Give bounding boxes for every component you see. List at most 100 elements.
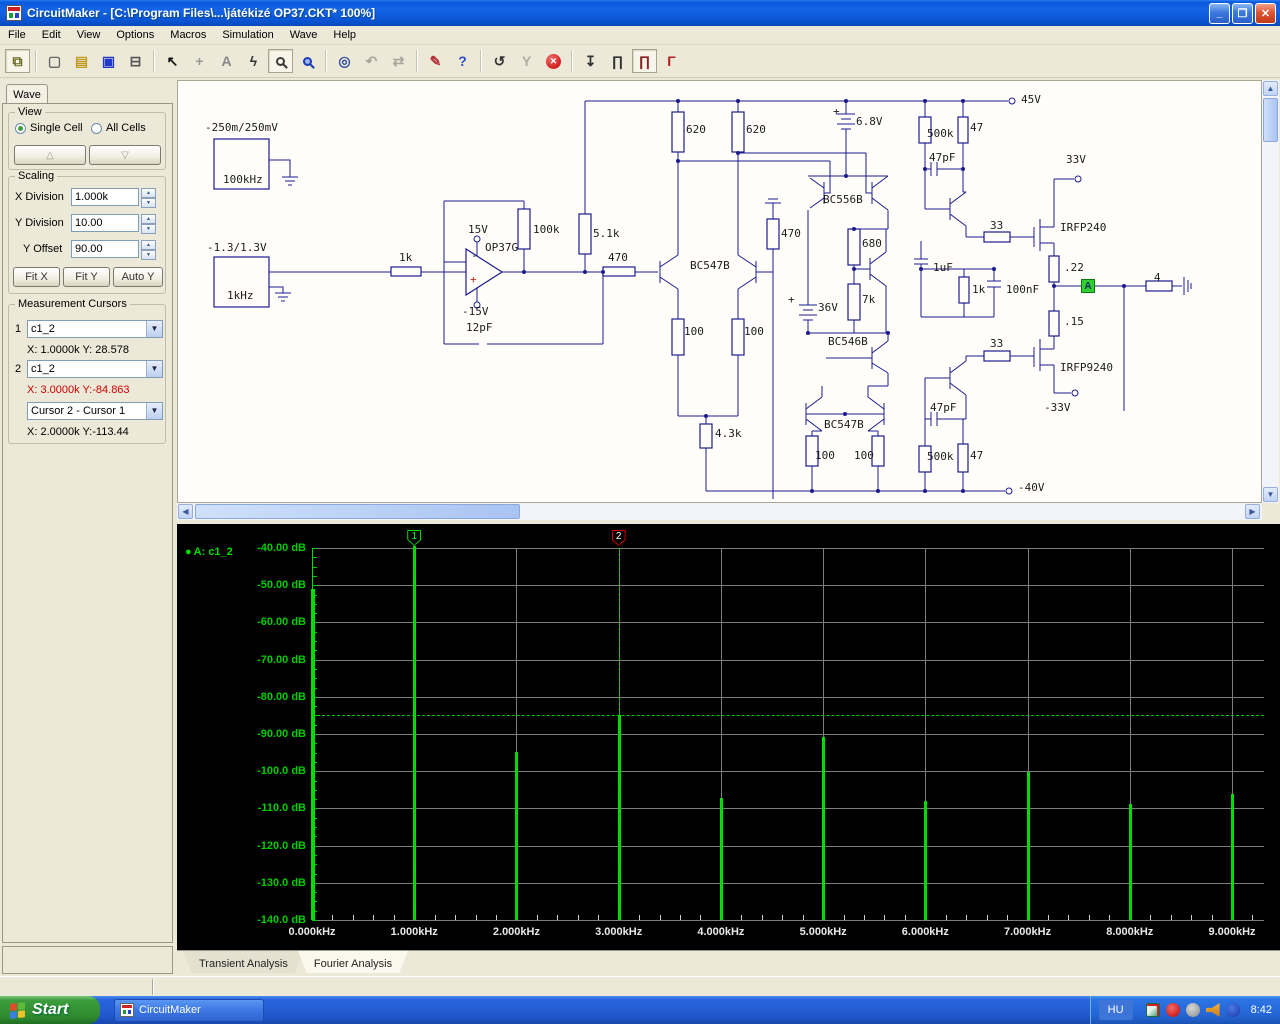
text-tool-button[interactable]: A <box>214 49 239 73</box>
bluetooth-icon[interactable] <box>1225 1003 1240 1017</box>
scroll-up-icon[interactable]: ▲ <box>1263 81 1278 96</box>
y-axis-tick-label: -60.00 dB <box>257 616 306 629</box>
tab-wave[interactable]: Wave <box>6 84 48 104</box>
single-cell-radio[interactable] <box>15 123 26 134</box>
mute-icon[interactable] <box>1185 1003 1200 1017</box>
find-part-button[interactable]: ◎ <box>332 49 357 73</box>
x-axis-minor-tick <box>680 915 681 920</box>
save-button[interactable]: ▣ <box>96 49 121 73</box>
close-button[interactable]: ✕ <box>1255 2 1276 24</box>
cursor2-channel-select[interactable]: c1_2 ▼ <box>27 360 163 378</box>
rotate-button[interactable]: ↶ <box>359 49 384 73</box>
transient-analysis-button[interactable]: ∏ <box>605 49 630 73</box>
vertical-scroll-thumb[interactable] <box>1263 98 1278 142</box>
horizontal-scroll-thumb[interactable] <box>195 504 520 519</box>
component-label: 4 <box>1154 271 1161 284</box>
parts-browser-button[interactable]: ⧉ <box>5 49 30 73</box>
y-axis-tick-label: -80.00 dB <box>257 690 306 703</box>
x-division-spinner[interactable]: ▲ ▼ <box>141 188 156 208</box>
all-cells-radio[interactable] <box>91 123 102 134</box>
fourier-plot[interactable]: ● A: c1_2 -40.00 dB -50.00 dB -60.00 dB -70.… <box>177 524 1280 950</box>
analysis-tabstrip: Transient Analysis Fourier Analysis <box>177 950 1280 976</box>
chevron-down-icon[interactable]: ▼ <box>146 361 162 377</box>
component-label: + <box>833 105 840 118</box>
scroll-down-icon[interactable]: ▼ <box>1263 487 1278 502</box>
help-button[interactable]: ? <box>450 49 475 73</box>
fourier-analysis-button[interactable]: ∏ <box>632 49 657 73</box>
fit-x-button[interactable]: Fit X <box>13 267 60 287</box>
x-axis-minor-tick <box>945 915 947 920</box>
print-button[interactable]: ⊟ <box>123 49 148 73</box>
cursor-flag[interactable]: 1 <box>407 530 422 546</box>
y-division-input[interactable] <box>71 214 139 232</box>
component-label: 620 <box>746 123 766 136</box>
cursor-flag[interactable]: 2 <box>611 530 626 546</box>
menu-item-view[interactable]: View <box>69 27 109 43</box>
y-offset-spinner[interactable]: ▲ ▼ <box>141 240 156 260</box>
menu-item-edit[interactable]: Edit <box>34 27 69 43</box>
edit-simulation-button[interactable]: ✎ <box>423 49 448 73</box>
mirror-button[interactable]: ⇄ <box>386 49 411 73</box>
chevron-down-icon[interactable]: ▼ <box>146 321 162 337</box>
tab-transient-analysis[interactable]: Transient Analysis <box>183 951 304 973</box>
component-label: 1k <box>399 251 413 264</box>
wrench-button[interactable]: Y <box>514 49 539 73</box>
minimize-button[interactable]: _ <box>1209 2 1230 24</box>
schematic-canvas[interactable]: -250m/250mV 100kHz -1.3/1.3V 1kHz 1k 15V OP37G… <box>177 80 1262 503</box>
y-offset-input[interactable] <box>71 240 139 258</box>
menu-item-simulation[interactable]: Simulation <box>214 27 281 43</box>
stop-simulation-button[interactable]: ✕ <box>541 49 566 73</box>
scroll-left-icon[interactable]: ◀ <box>178 504 193 519</box>
security-alert-icon[interactable] <box>1165 1003 1180 1017</box>
reset-button[interactable]: ↺ <box>487 49 512 73</box>
step-analysis-button[interactable]: Γ <box>659 49 684 73</box>
app-icon <box>6 5 22 21</box>
stop-icon: ✕ <box>546 53 561 69</box>
restore-button[interactable]: ❐ <box>1232 2 1253 24</box>
start-button[interactable]: Start <box>0 996 100 1024</box>
zoom-tool-button[interactable] <box>295 49 320 73</box>
x-axis-tick-label: 7.000kHz <box>1004 926 1052 938</box>
component-label: 470 <box>781 227 801 240</box>
chevron-down-icon[interactable]: ▼ <box>146 403 162 419</box>
x-axis-minor-tick <box>639 915 641 920</box>
scroll-right-icon[interactable]: ▶ <box>1245 504 1260 519</box>
cursor-flag-label: 2 <box>612 531 625 545</box>
tab-fourier-analysis[interactable]: Fourier Analysis <box>298 951 408 973</box>
cursor1-channel-select[interactable]: c1_2 ▼ <box>27 320 163 338</box>
menu-item-wave[interactable]: Wave <box>282 27 326 43</box>
language-indicator[interactable]: HU <box>1098 1000 1133 1020</box>
schematic-vertical-scrollbar[interactable]: ▲ ▼ <box>1262 80 1279 503</box>
component-label: IRFP9240 <box>1060 361 1113 374</box>
select-arrow-button[interactable]: ↖ <box>160 49 185 73</box>
volume-icon[interactable] <box>1205 1003 1220 1017</box>
y-division-spinner[interactable]: ▲ ▼ <box>141 214 156 234</box>
scaling-groupbox: Scaling X Division ▲▼ Y Division ▲▼ Y Of… <box>8 170 166 294</box>
menu-item-file[interactable]: File <box>0 27 34 43</box>
x-axis-tick-label: 2.000kHz <box>492 926 540 938</box>
taskbar-item-circuitmaker[interactable]: CircuitMaker <box>114 998 264 1022</box>
cursor-diff-select[interactable]: Cursor 2 - Cursor 1 ▼ <box>27 402 163 420</box>
menu-item-macros[interactable]: Macros <box>162 27 214 43</box>
fit-y-button[interactable]: Fit Y <box>63 267 110 287</box>
menu-item-options[interactable]: Options <box>108 27 162 43</box>
probe-marker-a[interactable]: A <box>1081 279 1095 293</box>
zoom-select-button[interactable] <box>268 49 293 73</box>
wave-side-panel: Wave View Single Cell All Cells △ ▽ Scal… <box>0 80 177 996</box>
cell-up-button[interactable]: △ <box>14 145 86 165</box>
circuitmaker-tray-icon[interactable] <box>1145 1003 1160 1017</box>
wire-tool-button[interactable]: + <box>187 49 212 73</box>
auto-y-button[interactable]: Auto Y <box>113 267 163 287</box>
open-button[interactable]: ▤ <box>69 49 94 73</box>
x-division-input[interactable] <box>71 188 139 206</box>
dc-analysis-button[interactable]: ↧ <box>578 49 603 73</box>
cell-down-button[interactable]: ▽ <box>89 145 161 165</box>
component-label: -1.3/1.3V <box>207 241 267 254</box>
delete-tool-button[interactable]: ϟ <box>241 49 266 73</box>
schematic-horizontal-scrollbar[interactable]: ◀ ▶ <box>177 503 1262 520</box>
spectrum-bar <box>924 801 928 920</box>
new-document-button[interactable]: ▢ <box>42 49 67 73</box>
x-axis-minor-tick <box>1007 915 1009 920</box>
menu-item-help[interactable]: Help <box>325 27 364 43</box>
x-axis-minor-tick <box>1252 915 1254 920</box>
